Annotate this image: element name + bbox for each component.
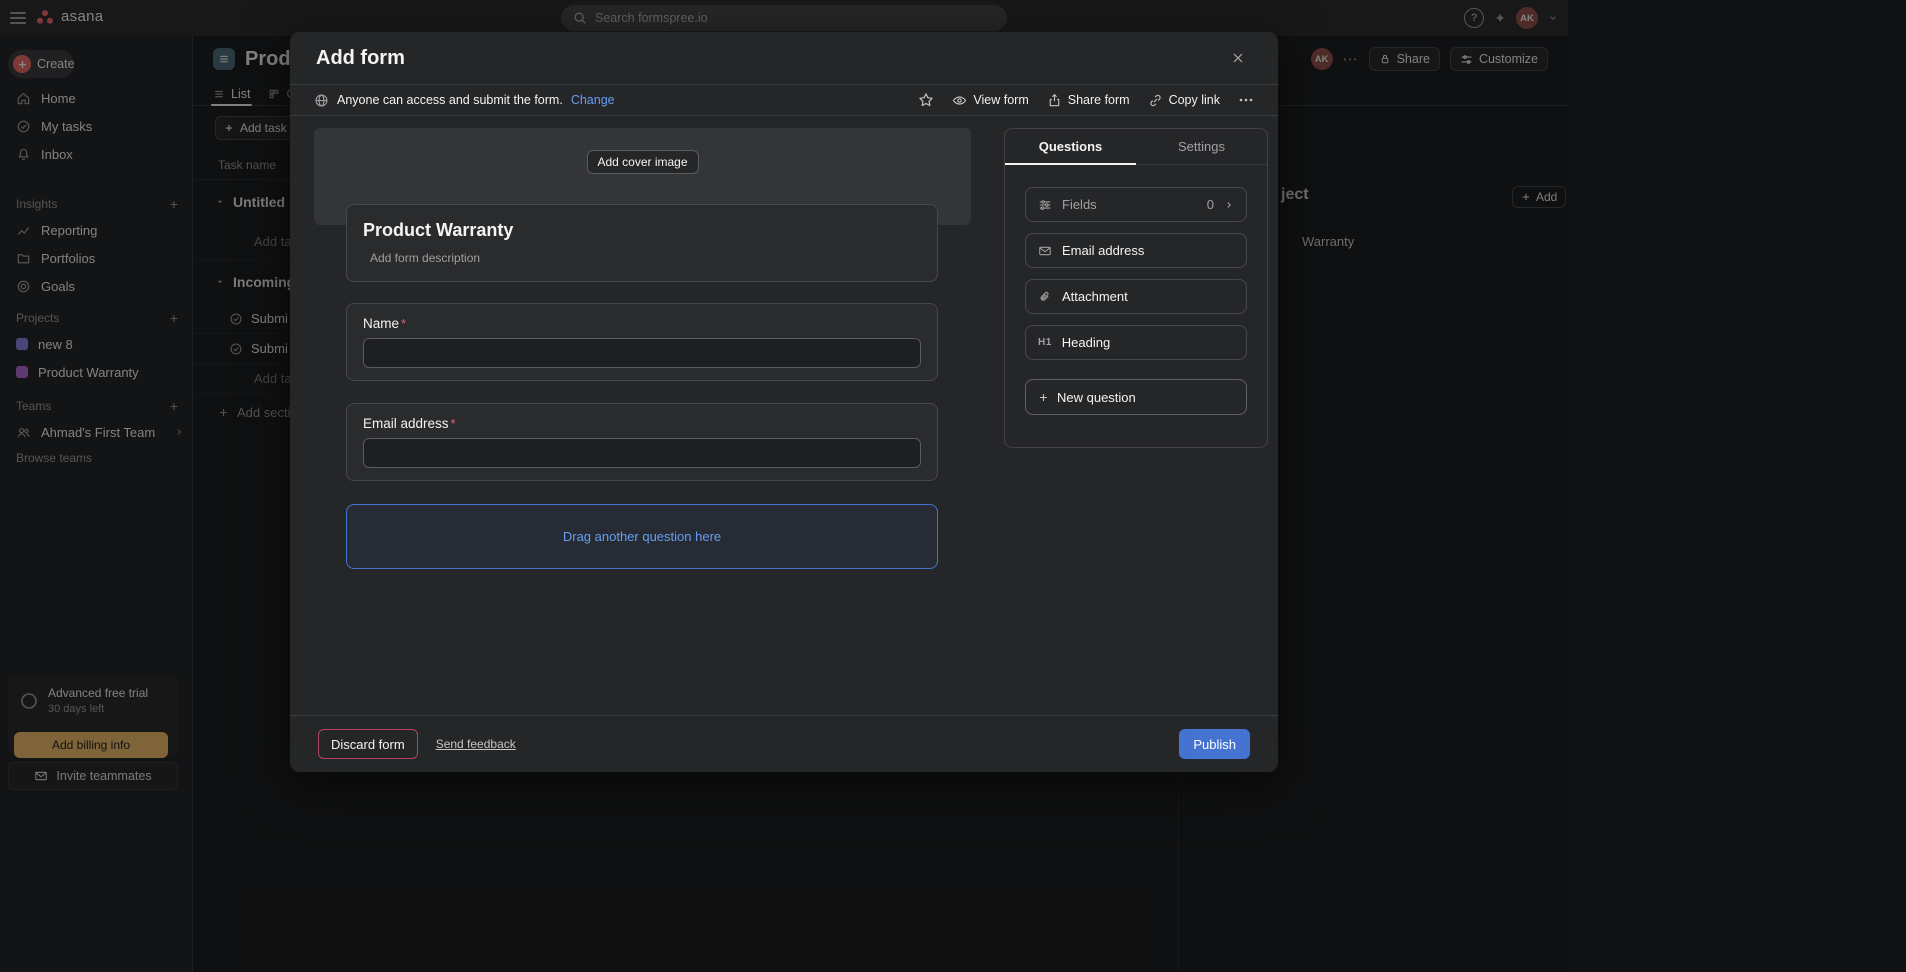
fields-row[interactable]: Fields 0 xyxy=(1025,187,1247,222)
fields-label: Fields xyxy=(1062,197,1097,212)
share-icon xyxy=(1047,93,1062,108)
star-icon[interactable] xyxy=(918,92,934,108)
paperclip-icon xyxy=(1038,290,1052,304)
form-preview: Add cover image Product Warranty Add for… xyxy=(314,128,971,674)
new-question-button[interactable]: New question xyxy=(1025,379,1247,415)
questions-panel: Questions Settings Fields 0 xyxy=(1004,128,1268,448)
copy-link-button[interactable]: Copy link xyxy=(1148,93,1220,108)
link-icon xyxy=(1148,93,1163,108)
modal-title: Add form xyxy=(316,47,405,70)
share-form-button[interactable]: Share form xyxy=(1047,93,1130,108)
form-title-card[interactable]: Product Warranty Add form description xyxy=(346,204,938,282)
field-type-heading[interactable]: H1 Heading xyxy=(1025,325,1247,360)
required-asterisk: * xyxy=(401,316,406,332)
new-question-label: New question xyxy=(1057,390,1136,405)
name-question-input[interactable] xyxy=(363,338,921,368)
form-description-placeholder[interactable]: Add form description xyxy=(363,251,921,265)
discard-form-button[interactable]: Discard form xyxy=(318,729,418,759)
question-dropzone[interactable]: Drag another question here xyxy=(346,504,938,569)
add-cover-image-button[interactable]: Add cover image xyxy=(586,150,698,174)
copy-link-label: Copy link xyxy=(1169,93,1220,107)
tab-questions[interactable]: Questions xyxy=(1005,129,1136,164)
view-form-label: View form xyxy=(973,93,1028,107)
publish-button[interactable]: Publish xyxy=(1179,729,1250,759)
tab-settings[interactable]: Settings xyxy=(1136,129,1267,164)
field-type-attachment[interactable]: Attachment xyxy=(1025,279,1247,314)
modal-footer: Discard form Send feedback Publish xyxy=(290,715,1278,772)
email-question-input[interactable] xyxy=(363,438,921,468)
question-card-email[interactable]: Email address * xyxy=(346,403,938,481)
panel-tabs: Questions Settings xyxy=(1005,129,1267,165)
more-options-icon[interactable] xyxy=(1238,92,1254,108)
eye-icon xyxy=(952,93,967,108)
fields-icon xyxy=(1038,198,1052,212)
add-form-modal: Add form Anyone can access and submit th… xyxy=(290,32,1278,772)
share-form-label: Share form xyxy=(1068,93,1130,107)
required-asterisk: * xyxy=(451,416,456,432)
question-card-name[interactable]: Name * xyxy=(346,303,938,381)
envelope-icon xyxy=(1038,244,1052,258)
fields-count: 0 xyxy=(1207,197,1214,212)
view-form-button[interactable]: View form xyxy=(952,93,1028,108)
field-type-label: Email address xyxy=(1062,243,1144,258)
question-label: Email address xyxy=(363,416,449,432)
question-label: Name xyxy=(363,316,399,332)
access-bar: Anyone can access and submit the form. C… xyxy=(290,84,1278,116)
form-title[interactable]: Product Warranty xyxy=(363,218,921,242)
modal-body: Add cover image Product Warranty Add for… xyxy=(290,116,1278,715)
modal-header: Add form xyxy=(290,32,1278,84)
send-feedback-link[interactable]: Send feedback xyxy=(436,737,516,751)
chevron-right-icon xyxy=(1224,200,1234,210)
close-icon[interactable] xyxy=(1224,44,1252,72)
plus-icon xyxy=(1038,392,1049,403)
field-type-label: Heading xyxy=(1062,335,1110,350)
heading-icon: H1 xyxy=(1038,337,1052,348)
field-type-email-address[interactable]: Email address xyxy=(1025,233,1247,268)
change-access-link[interactable]: Change xyxy=(571,93,615,107)
field-type-label: Attachment xyxy=(1062,289,1128,304)
access-text: Anyone can access and submit the form. xyxy=(337,93,563,107)
globe-icon xyxy=(314,93,329,108)
